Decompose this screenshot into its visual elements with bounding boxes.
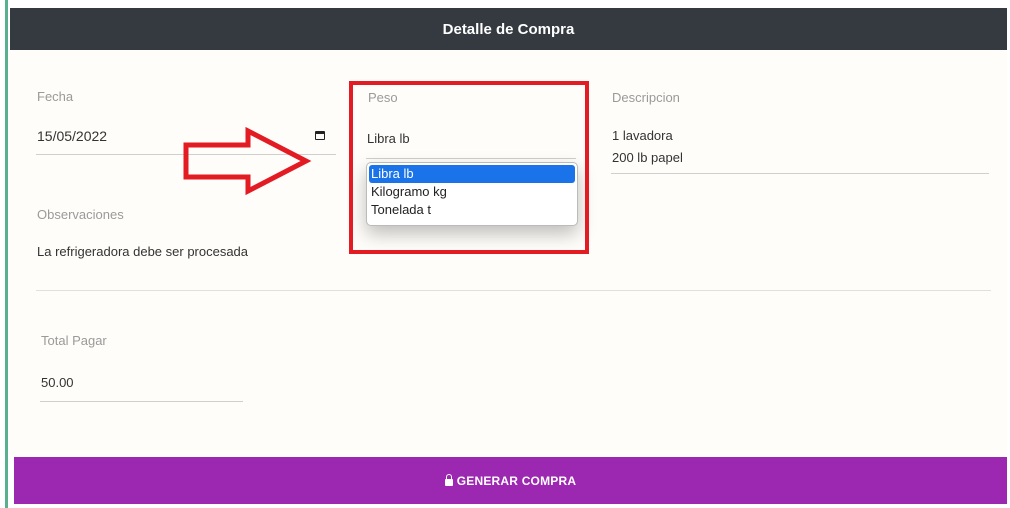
arrow-right-icon — [183, 127, 312, 196]
generar-compra-label: GENERAR COMPRA — [456, 473, 577, 488]
observaciones-label: Observaciones — [37, 207, 124, 222]
descripcion-line: 200 lb papel — [612, 150, 683, 165]
total-label: Total Pagar — [41, 333, 107, 348]
observaciones-field[interactable]: La refrigeradora debe ser procesada — [37, 244, 248, 259]
calendar-icon[interactable] — [315, 131, 325, 140]
fecha-value[interactable]: 15/05/2022 — [37, 128, 107, 144]
fecha-label: Fecha — [37, 89, 74, 104]
descripcion-line: 1 lavadora — [612, 128, 673, 143]
total-field[interactable]: 50.00 — [41, 375, 74, 390]
page-header: Detalle de Compra — [10, 8, 1007, 50]
generar-compra-button[interactable]: GENERAR COMPRA — [14, 457, 1007, 504]
left-accent-bar — [0, 0, 8, 508]
total-underline — [40, 401, 243, 402]
page-title: Detalle de Compra — [442, 20, 575, 38]
descripcion-underline — [611, 173, 989, 174]
highlight-box — [349, 81, 589, 254]
descripcion-label: Descripcion — [612, 90, 680, 105]
lock-icon — [444, 474, 453, 486]
section-divider — [36, 290, 991, 291]
